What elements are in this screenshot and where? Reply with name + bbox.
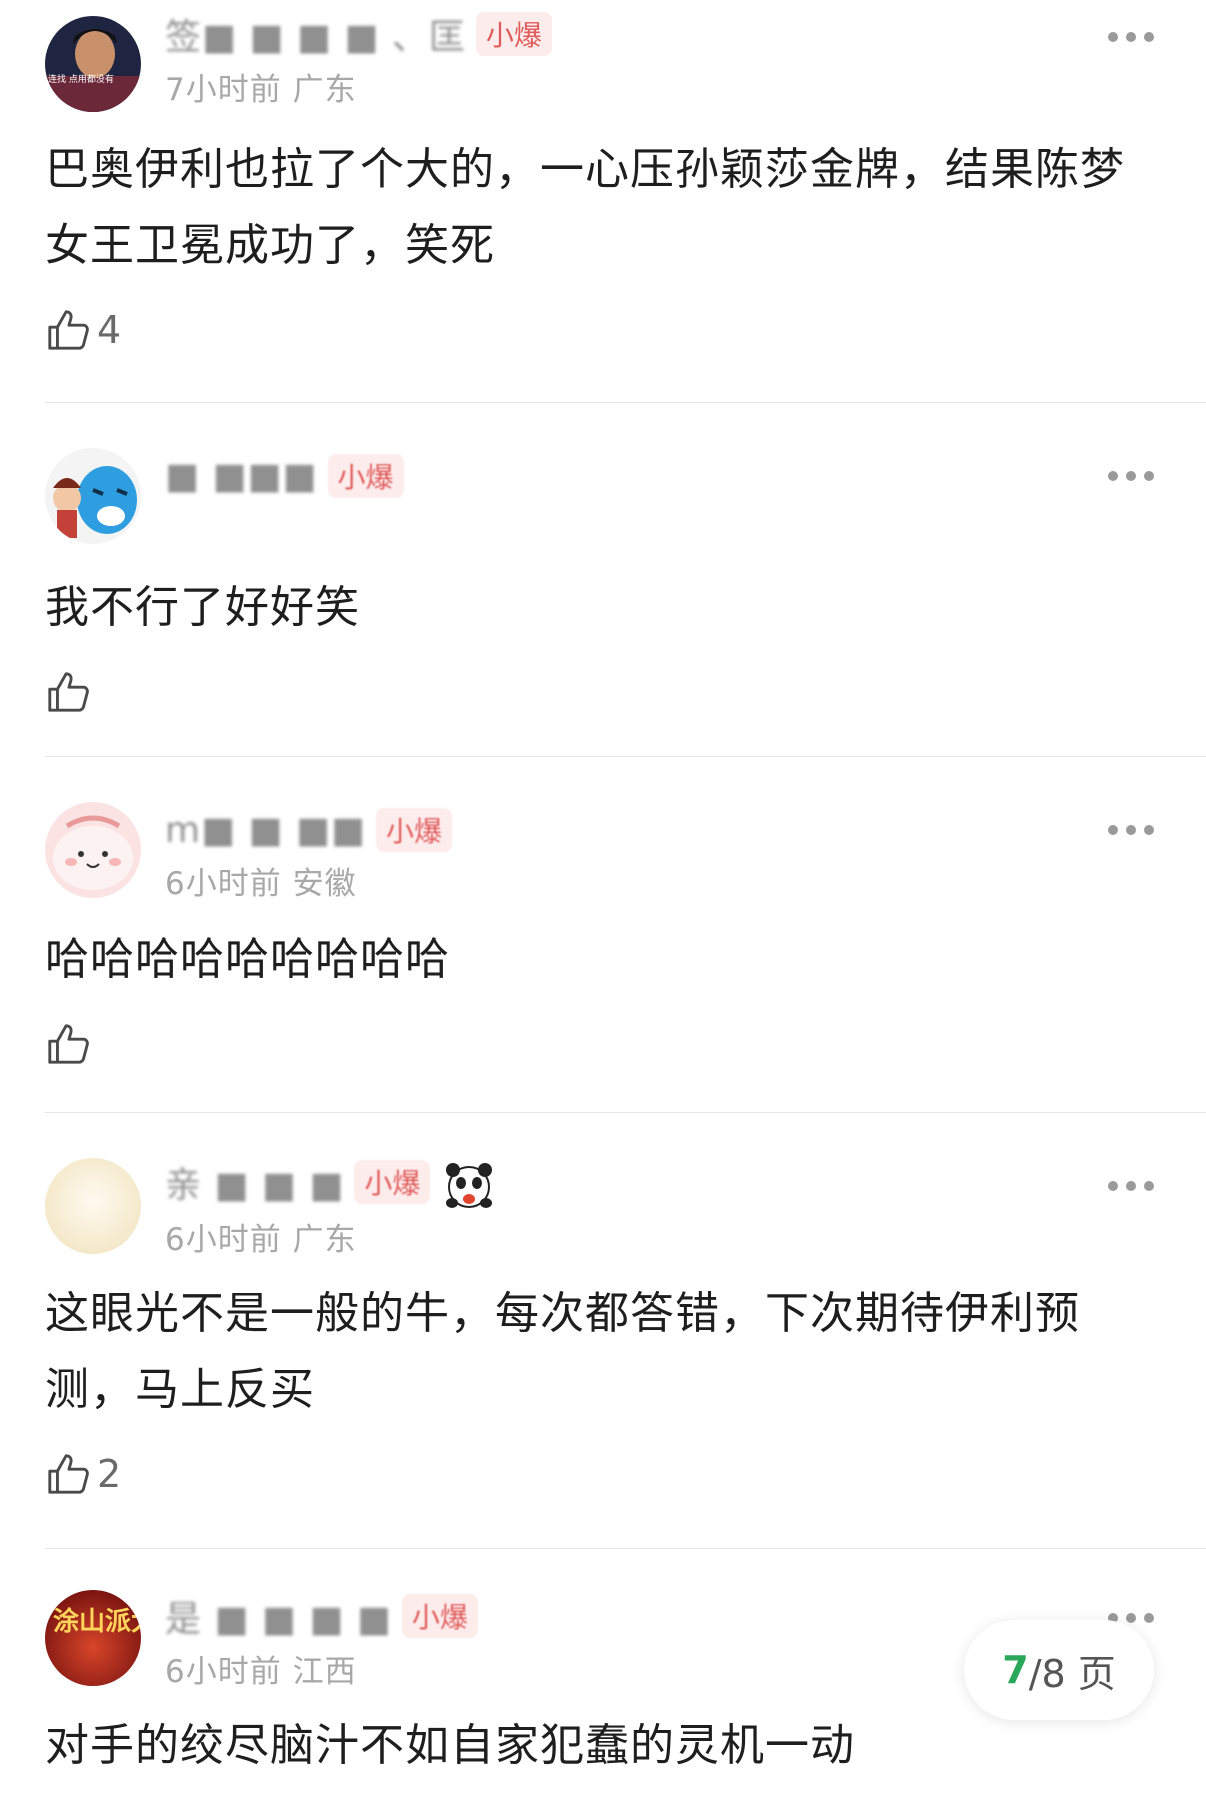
comment-text: 我不行了好好笑 xyxy=(45,582,360,633)
user-avatar[interactable]: 涂山派大星 xyxy=(45,1590,141,1686)
thumbs-up-icon xyxy=(48,1454,89,1494)
panda-icon xyxy=(446,1163,493,1208)
more-options-icon[interactable] xyxy=(1108,31,1154,43)
comment-text: 哈哈哈哈哈哈哈哈哈 xyxy=(45,934,450,985)
comment-time: 6小时前 xyxy=(165,1654,282,1690)
thumbs-up-icon xyxy=(48,672,89,712)
comment-region: 广东 xyxy=(292,1222,357,1258)
user-badge: 小爆 xyxy=(376,808,453,852)
comment-feed: 连找 点用都没有 签■ ■ ■ ■ 、匡 小爆 7小时前 广东 巴奥伊利也拉了个… xyxy=(0,0,1206,1795)
comment-region: 安徽 xyxy=(292,866,357,902)
user-badge: 小爆 xyxy=(327,454,404,498)
avatar-caption: 涂山派大星 xyxy=(53,1606,141,1637)
more-options-icon[interactable] xyxy=(1108,824,1154,836)
user-avatar[interactable] xyxy=(45,448,141,544)
divider xyxy=(45,402,1206,403)
comment-region: 广东 xyxy=(292,72,357,108)
avatar-image xyxy=(45,802,141,898)
comment-time: 7小时前 xyxy=(165,72,282,108)
avatar-image xyxy=(45,448,141,544)
user-avatar[interactable] xyxy=(45,802,141,898)
user-name[interactable]: 是 ■ ■ ■ ■ xyxy=(165,1590,392,1642)
like-button[interactable]: 4 xyxy=(45,306,121,354)
comment-time: 6小时前 xyxy=(165,1222,282,1258)
like-button[interactable] xyxy=(45,668,97,716)
user-badge: 小爆 xyxy=(354,1160,431,1204)
user-badge: 小爆 xyxy=(475,12,552,56)
user-name[interactable]: ■ ■■■ xyxy=(165,456,318,497)
user-name[interactable]: 亲 ■ ■ ■ xyxy=(165,1156,344,1208)
divider xyxy=(45,1112,1206,1113)
comment-text: 这眼光不是一般的牛，每次都答错，下次期待伊利预测，马上反买 xyxy=(45,1288,1080,1415)
user-name[interactable]: m■ ■ ■■ xyxy=(165,810,366,851)
user-badge: 小爆 xyxy=(401,1594,478,1638)
like-count: 4 xyxy=(97,308,122,352)
page-indicator[interactable]: 7/8 页 xyxy=(964,1620,1154,1720)
like-button[interactable]: 2 xyxy=(45,1450,121,1498)
divider xyxy=(45,756,1206,757)
avatar-caption: 连找 点用都没有 xyxy=(48,73,114,85)
thumbs-up-icon xyxy=(48,1024,89,1064)
like-button[interactable] xyxy=(45,1020,97,1068)
avatar-image: 连找 点用都没有 xyxy=(45,16,141,112)
avatar-image xyxy=(45,1158,141,1254)
avatar-image: 涂山派大星 xyxy=(45,1590,141,1686)
user-avatar[interactable]: 连找 点用都没有 xyxy=(45,16,141,112)
comment-time: 6小时前 xyxy=(165,866,282,902)
comment-text: 对手的绞尽脑汁不如自家犯蠢的灵机一动 xyxy=(45,1720,855,1771)
user-avatar[interactable] xyxy=(45,1158,141,1254)
divider xyxy=(45,1548,1206,1549)
more-options-icon[interactable] xyxy=(1108,1180,1154,1192)
comment-text: 巴奥伊利也拉了个大的，一心压孙颖莎金牌，结果陈梦女王卫冕成功了，笑死 xyxy=(45,144,1125,271)
comment-region: 江西 xyxy=(292,1654,357,1690)
like-count: 2 xyxy=(97,1452,122,1496)
thumbs-up-icon xyxy=(48,310,89,350)
current-page: 7 xyxy=(1002,1648,1029,1692)
more-options-icon[interactable] xyxy=(1108,470,1154,482)
page-total: /8 页 xyxy=(1028,1651,1116,1696)
user-name[interactable]: 签■ ■ ■ ■ 、匡 xyxy=(165,8,466,60)
